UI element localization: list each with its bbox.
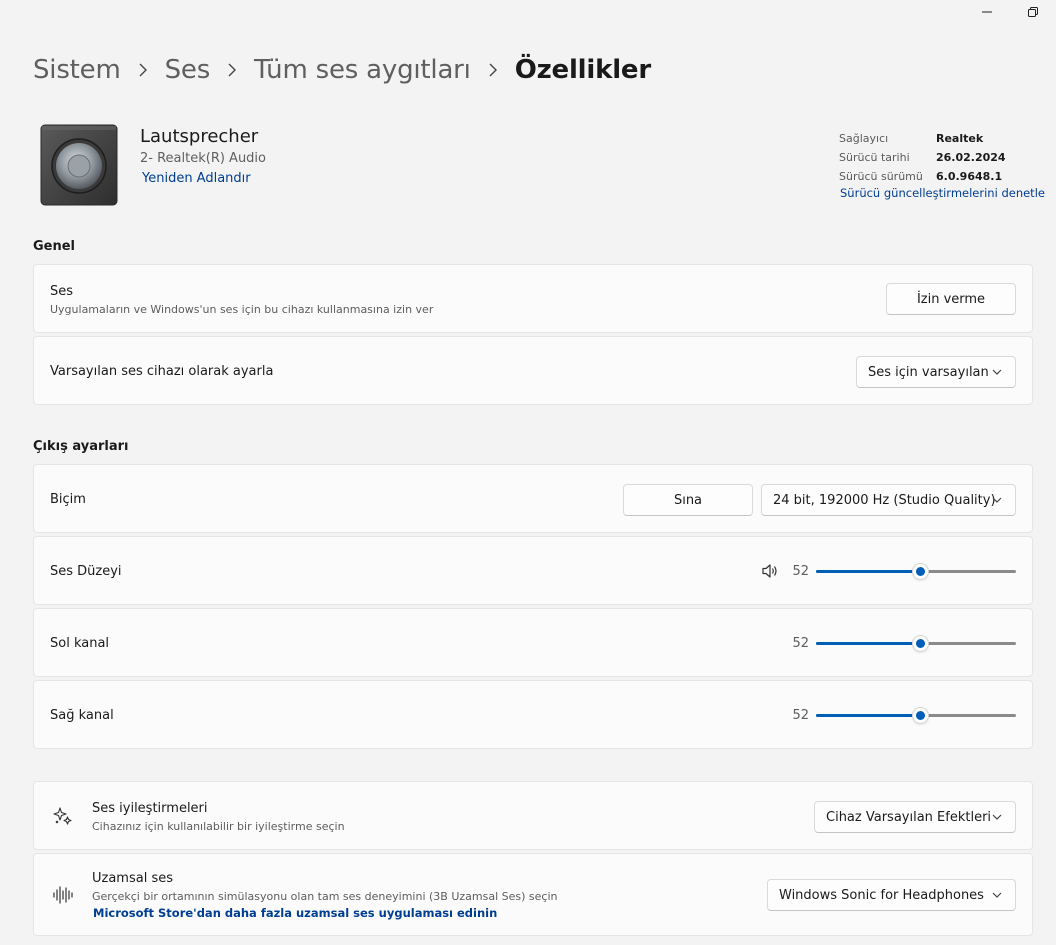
driver-info-value: Realtek	[936, 132, 984, 145]
restore-icon	[1028, 7, 1038, 17]
format-title: Biçim	[50, 492, 86, 507]
driver-info-value: 6.0.9648.1	[936, 170, 1003, 183]
spatial-sound-selected: Windows Sonic for Headphones	[779, 887, 984, 903]
volume-title: Ses Düzeyi	[50, 564, 122, 579]
audio-allow-card: Ses Uygulamaların ve Windows'un ses için…	[33, 264, 1033, 333]
chevron-right-icon	[138, 63, 148, 77]
slider-thumb[interactable]	[912, 707, 929, 724]
right-channel-value: 52	[792, 708, 809, 723]
right-channel-slider[interactable]	[816, 705, 1016, 725]
rename-link[interactable]: Yeniden Adlandır	[142, 171, 251, 186]
spatial-sound-dropdown[interactable]: Windows Sonic for Headphones	[767, 879, 1016, 911]
chevron-down-icon	[992, 497, 1002, 503]
page-title: Özellikler	[514, 55, 651, 85]
section-title-output: Çıkış ayarları	[33, 439, 129, 454]
chevron-down-icon	[992, 814, 1002, 820]
slider-thumb[interactable]	[912, 635, 929, 652]
right-channel-card: Sağ kanal 52	[33, 680, 1033, 749]
audio-allow-title: Ses	[50, 284, 74, 299]
spatial-sound-description: Gerçekçi bir ortamının simülasyonu olan …	[92, 890, 558, 903]
chevron-down-icon	[992, 369, 1002, 375]
driver-info-row: Sürücü tarihi 26.02.2024	[839, 148, 1039, 167]
driver-info-key: Sürücü sürümü	[839, 170, 923, 183]
minimize-icon	[982, 11, 992, 13]
spatial-sound-card: Uzamsal ses Gerçekçi bir ortamının simül…	[33, 853, 1033, 936]
format-selected: 24 bit, 192000 Hz (Studio Quality)	[773, 492, 996, 508]
dont-allow-button[interactable]: İzin verme	[886, 283, 1016, 315]
spatial-audio-waveform-icon	[53, 886, 73, 904]
enhancements-dropdown[interactable]: Cihaz Varsayılan Efektleri	[814, 801, 1016, 833]
store-spatial-apps-link[interactable]: Microsoft Store'dan daha fazla uzamsal s…	[93, 906, 497, 920]
default-device-dropdown[interactable]: Ses için varsayılan	[856, 356, 1016, 388]
slider-thumb[interactable]	[912, 563, 929, 580]
minimize-button[interactable]	[964, 0, 1010, 24]
enhancements-description: Cihazınız için kullanılabilir bir iyileş…	[92, 820, 345, 833]
right-channel-title: Sağ kanal	[50, 708, 114, 723]
device-subtitle: 2- Realtek(R) Audio	[140, 151, 267, 166]
left-channel-card: Sol kanal 52	[33, 608, 1033, 677]
driver-info-key: Sürücü tarihi	[839, 151, 910, 164]
driver-info-key: Sağlayıcı	[839, 132, 889, 145]
speaker-volume-icon[interactable]	[761, 562, 779, 580]
driver-info-value: 26.02.2024	[936, 151, 1006, 164]
driver-info-row: Sağlayıcı Realtek	[839, 129, 1039, 148]
spatial-sound-title: Uzamsal ses	[92, 871, 173, 886]
section-title-general: Genel	[33, 239, 76, 254]
audio-allow-description: Uygulamaların ve Windows'un ses için bu …	[50, 303, 434, 316]
breadcrumb-item-all-devices[interactable]: Tüm ses aygıtları	[254, 52, 471, 88]
chevron-right-icon	[227, 63, 237, 77]
chevron-down-icon	[992, 892, 1002, 898]
restore-button[interactable]	[1010, 0, 1056, 24]
volume-card: Ses Düzeyi 52	[33, 536, 1033, 605]
sparkle-enhancements-icon	[53, 807, 72, 825]
volume-value: 52	[792, 564, 809, 579]
left-channel-value: 52	[792, 636, 809, 651]
driver-info: Sağlayıcı Realtek Sürücü tarihi 26.02.20…	[839, 129, 1039, 186]
driver-info-row: Sürücü sürümü 6.0.9648.1	[839, 167, 1039, 186]
enhancements-title: Ses iyileştirmeleri	[92, 801, 208, 816]
left-channel-title: Sol kanal	[50, 636, 110, 651]
device-name: Lautsprecher	[140, 126, 259, 147]
default-device-selected: Ses için varsayılan	[868, 364, 989, 380]
test-button[interactable]: Sına	[623, 484, 753, 516]
breadcrumb-item-system[interactable]: Sistem	[33, 52, 121, 88]
slider-fill	[816, 642, 920, 645]
window-controls	[964, 0, 1056, 24]
chevron-right-icon	[488, 63, 498, 77]
volume-slider[interactable]	[816, 561, 1016, 581]
format-dropdown[interactable]: 24 bit, 192000 Hz (Studio Quality)	[761, 484, 1016, 516]
speaker-device-icon	[40, 124, 118, 206]
default-device-title: Varsayılan ses cihazı olarak ayarla	[50, 364, 274, 379]
enhancements-card: Ses iyileştirmeleri Cihazınız için kulla…	[33, 781, 1033, 850]
left-channel-slider[interactable]	[816, 633, 1016, 653]
breadcrumb: Sistem Ses Tüm ses aygıtları Özellikler	[33, 52, 651, 88]
slider-fill	[816, 714, 920, 717]
enhancements-selected: Cihaz Varsayılan Efektleri	[826, 809, 992, 825]
format-card: Biçim Sına 24 bit, 192000 Hz (Studio Qua…	[33, 464, 1033, 533]
breadcrumb-item-sound[interactable]: Ses	[165, 52, 211, 88]
check-driver-updates-link[interactable]: Sürücü güncelleştirmelerini denetle	[840, 186, 1045, 200]
slider-fill	[816, 570, 920, 573]
default-device-card: Varsayılan ses cihazı olarak ayarla Ses …	[33, 336, 1033, 405]
